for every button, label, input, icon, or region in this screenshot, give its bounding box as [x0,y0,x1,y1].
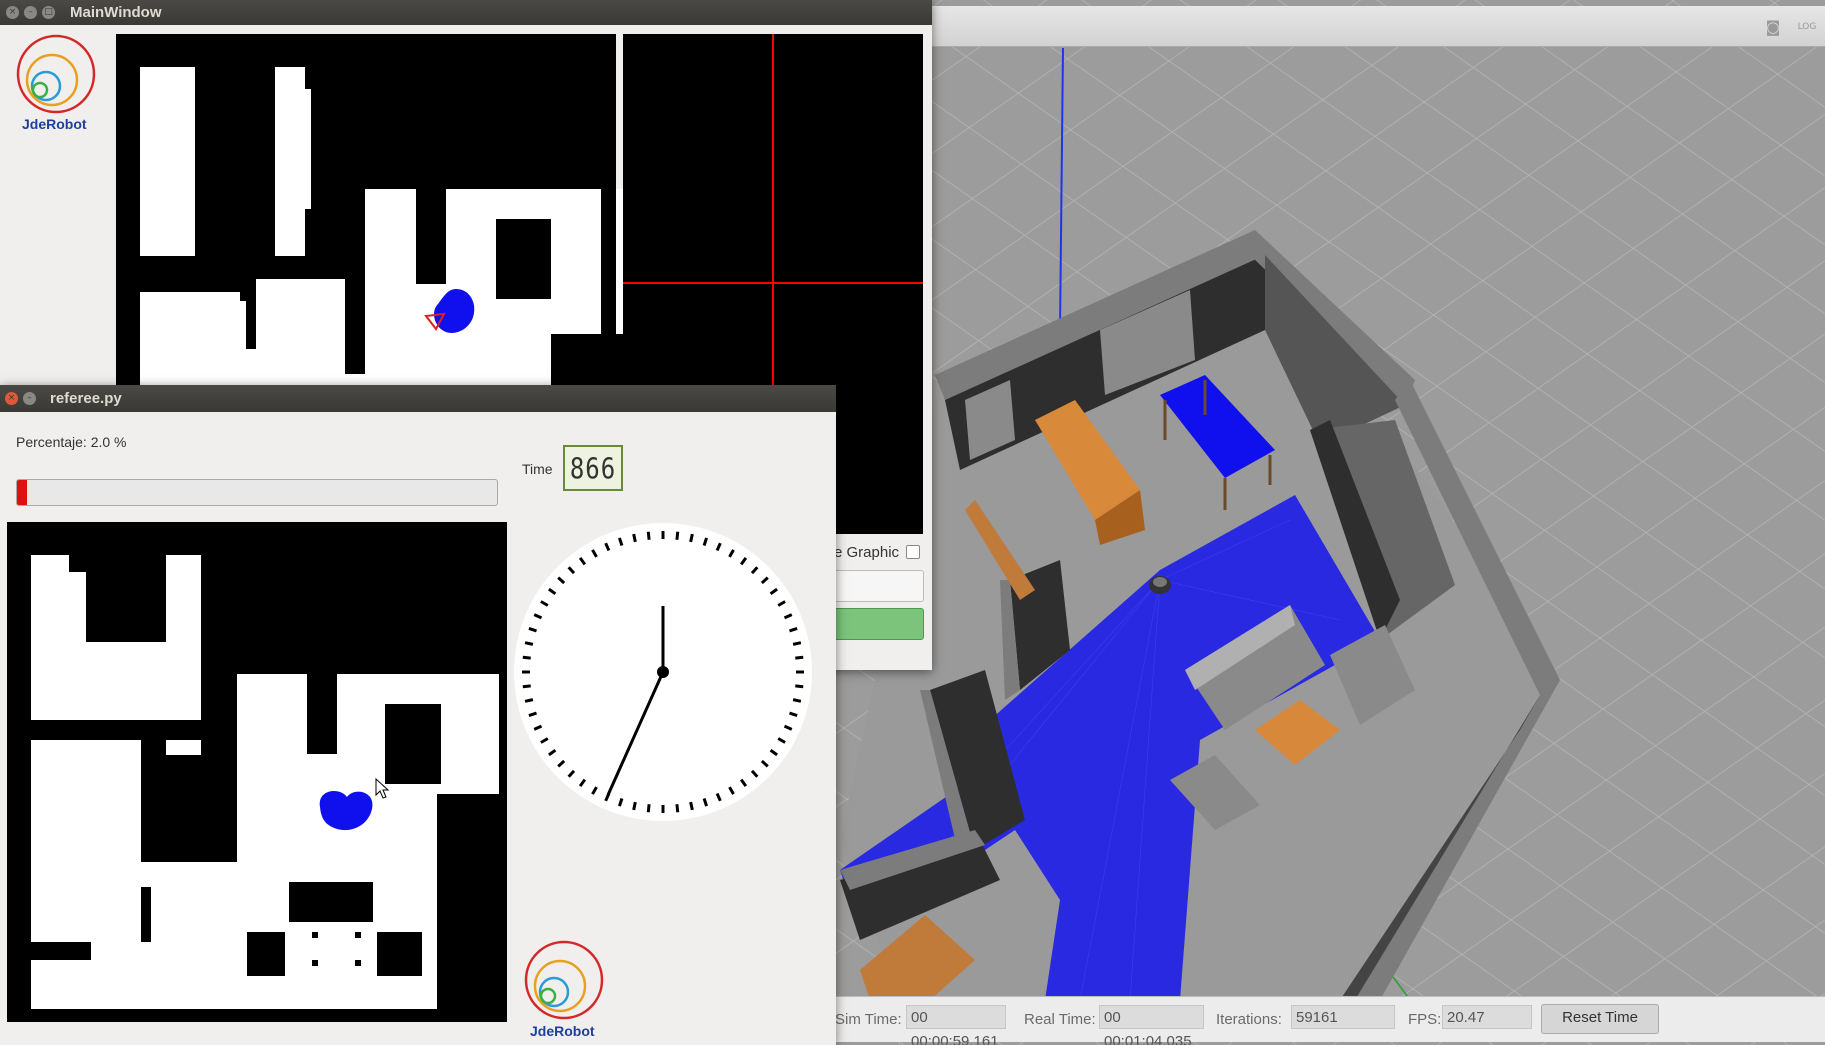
referee-window: × – referee.py Percentaje: 2.0 % Time 86… [0,385,836,1045]
main-input-field[interactable] [834,570,924,602]
main-map-view [116,34,716,394]
clock-tick [795,655,804,660]
referee-window-title: referee.py [50,390,122,407]
minimize-icon[interactable]: – [23,392,36,405]
main-window-titlebar: × – □ MainWindow [0,0,932,25]
clock-center [657,666,669,678]
clock-tick [632,533,637,543]
clock-tick [689,801,694,811]
real-time-label: Real Time: [1024,1011,1096,1028]
referee-map-view [7,522,507,1022]
sim-time-value: 00 00:00:59.161 [906,1005,1006,1045]
clock-tick [792,641,802,646]
camera-icon[interactable]: ◙ [1762,18,1784,36]
graphic-checkbox[interactable] [906,545,920,559]
gazebo-toolbar: ◙ LOG [930,6,1825,47]
percentage-label: Percentaje: 2.0 % [16,434,127,450]
main-go-button[interactable] [834,608,924,640]
referee-window-titlebar: × – referee.py [0,385,836,412]
log-icon[interactable]: LOG [1796,18,1818,36]
minimize-icon[interactable]: – [24,6,37,19]
coverage-progress-bar [16,479,498,506]
clock-tick [524,698,534,703]
main-window-title: MainWindow [70,4,162,21]
clock-tick [675,804,680,813]
time-lcd-display: 866 [563,445,623,491]
time-label: Time [522,461,553,477]
clock-tick [792,698,802,703]
clock-tick [632,801,637,811]
clock-tick [646,531,651,540]
sim-time-label: Sim Time: [835,1011,902,1028]
clock-tick [646,804,651,813]
iterations-value: 59161 [1291,1005,1395,1029]
fps-value: 20.47 [1442,1005,1532,1029]
gazebo-status-bar: Sim Time: 00 00:00:59.161 Real Time: 00 … [830,996,1825,1045]
referee-jderobot-logo [524,940,604,1020]
clock-tick [795,684,804,689]
time-value: 866 [569,452,617,486]
maximize-icon[interactable]: □ [42,6,55,19]
clock-tick [522,655,531,660]
real-time-value: 00 00:01:04.035 [1099,1005,1204,1045]
close-icon[interactable]: × [6,6,19,19]
clock-tick [675,531,680,540]
iterations-label: Iterations: [1216,1011,1282,1028]
crosshair-horizontal [623,282,923,284]
jderobot-logo-text: JdeRobot [22,116,87,132]
analog-clock [514,523,812,821]
clock-tick [689,533,694,543]
referee-logo-text: JdeRobot [530,1023,595,1039]
graphic-checkbox-label: e Graphic [834,544,900,561]
fps-label: FPS: [1408,1011,1442,1028]
close-icon[interactable]: × [5,392,18,405]
clock-tick [524,641,534,646]
coverage-progress-fill [17,480,27,505]
clock-tick [522,684,531,689]
mouse-cursor-icon [375,778,390,799]
reset-time-button[interactable]: Reset Time [1541,1004,1659,1034]
